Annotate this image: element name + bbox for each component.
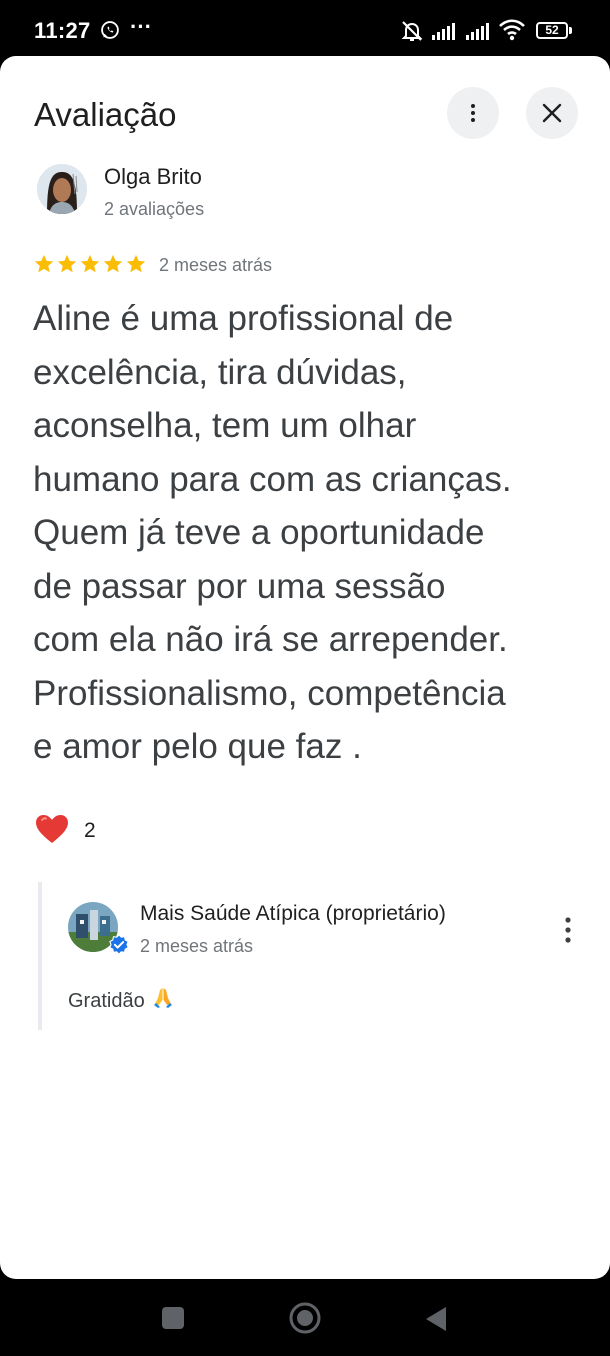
avatar-photo: [37, 164, 87, 214]
owner-reply-text-row: Gratidão: [68, 986, 175, 1013]
page-title: Avaliação: [34, 96, 177, 133]
reviewer-review-count: 2 avaliações: [104, 199, 205, 219]
star-icon: [80, 254, 100, 273]
home-icon[interactable]: [288, 1301, 322, 1335]
more-vert-icon: [471, 104, 475, 122]
status-time: 11:27: [34, 18, 91, 43]
pray-emoji-icon: [153, 988, 172, 1008]
verified-icon: [109, 934, 129, 955]
star-icon: [126, 254, 146, 273]
owner-name[interactable]: Mais Saúde Atípica (proprietário): [140, 902, 446, 926]
wifi-icon: [499, 19, 525, 41]
whatsapp-icon: [101, 21, 119, 39]
battery-icon: 52: [536, 22, 568, 39]
signal-icon: [432, 23, 455, 40]
signal-icon: [466, 23, 489, 40]
review-date: 2 meses atrás: [159, 255, 273, 275]
screen: 11:27 ··· 52 Avaliação Olga Brito 2 aval…: [0, 0, 610, 1356]
close-button[interactable]: [526, 87, 578, 139]
recent-apps-icon[interactable]: [162, 1307, 184, 1329]
reviewer-name[interactable]: Olga Brito: [104, 164, 202, 190]
more-vert-icon[interactable]: [552, 910, 584, 950]
status-more-dots: ···: [130, 14, 152, 39]
reviewer-avatar[interactable]: [37, 164, 87, 214]
close-icon: [542, 103, 562, 123]
navigation-bar: [0, 1279, 610, 1356]
heart-icon: [36, 815, 68, 843]
owner-reply-date: 2 meses atrás: [140, 936, 254, 956]
star-icon: [34, 254, 54, 273]
star-icon: [103, 254, 123, 273]
star-icon: [57, 254, 77, 273]
star-rating: [33, 253, 147, 279]
owner-reply: Mais Saúde Atípica (proprietário) 2 mese…: [38, 882, 602, 1030]
more-options-button[interactable]: [447, 87, 499, 139]
owner-reply-text: Gratidão: [68, 990, 145, 1012]
status-bar: 11:27 ··· 52: [0, 0, 610, 56]
reaction-count: 2: [84, 819, 96, 842]
review-sheet: Avaliação Olga Brito 2 avaliações 2 mese…: [0, 56, 610, 1279]
review-text: Aline é uma profissional de excelência, …: [33, 299, 512, 766]
back-icon[interactable]: [424, 1305, 448, 1333]
mute-icon: [401, 21, 423, 41]
battery-tip: [569, 27, 572, 34]
